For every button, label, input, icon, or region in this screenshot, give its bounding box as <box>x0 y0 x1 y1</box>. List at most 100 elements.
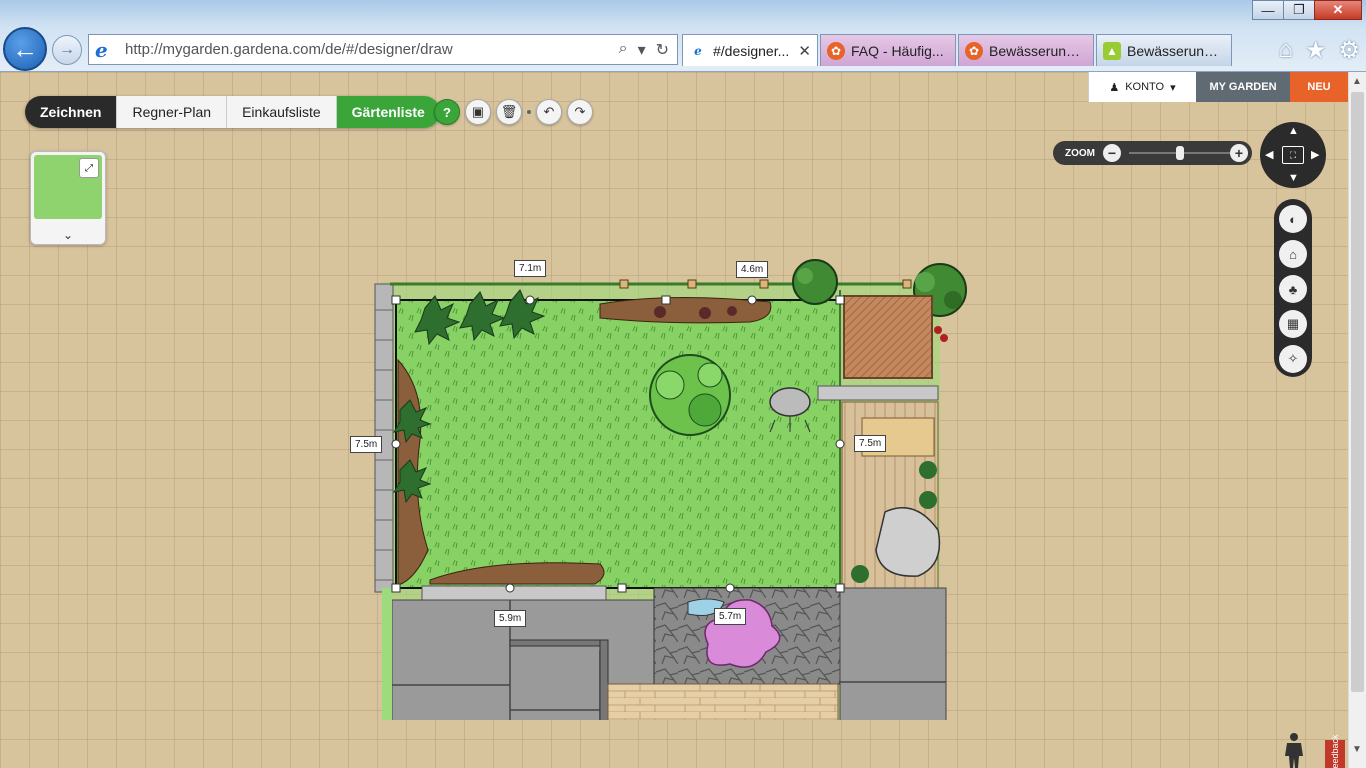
dimension-label-right[interactable]: 7.5m <box>854 435 887 452</box>
grid-tool-button[interactable]: ▦ <box>1279 310 1307 338</box>
house-icon: ⌂ <box>1289 246 1297 262</box>
browser-tab-faq[interactable]: ✿ FAQ - Häufig... <box>820 34 956 66</box>
tab-regner-plan[interactable]: Regner-Plan <box>117 96 228 128</box>
select-area-icon[interactable]: ⤢ <box>79 158 99 178</box>
terrain-icon: ◐ <box>1289 211 1297 227</box>
back-button[interactable]: ← <box>3 27 47 71</box>
feedback-tab[interactable]: Feedback <box>1325 734 1345 768</box>
zoom-out-button[interactable]: − <box>1103 144 1121 162</box>
person-scale-icon[interactable] <box>1281 732 1307 768</box>
user-icon: ♟ <box>1109 81 1120 94</box>
terrain-tool-button[interactable]: ◐ <box>1279 205 1307 233</box>
undo-icon: ↶ <box>543 104 555 119</box>
chevron-down-icon[interactable]: ⌄ <box>31 228 105 242</box>
browser-chrome: — ❐ ✕ ← → e http://mygarden.gardena.com/… <box>0 0 1366 72</box>
help-button[interactable]: ? <box>434 99 460 125</box>
save-icon: ▣ <box>471 104 485 119</box>
pan-up-icon[interactable]: ▲ <box>1288 125 1299 137</box>
tab-gaertenliste[interactable]: Gärtenliste <box>336 96 440 128</box>
central-shrub <box>649 354 731 436</box>
vegetable-bed <box>843 295 933 379</box>
paving-right <box>839 587 947 768</box>
ie-logo-icon: e <box>95 37 108 62</box>
scroll-up-icon[interactable]: ▲ <box>1352 76 1362 87</box>
lawn-edge-left <box>382 588 392 768</box>
window-controls: — ❐ ✕ <box>1252 0 1362 20</box>
object-tools: ◐ ⌂ ♣ ▦ ✧ <box>1274 199 1312 377</box>
new-button[interactable]: NEU <box>1290 72 1348 102</box>
redo-icon: ↷ <box>574 104 586 119</box>
address-bar[interactable]: e http://mygarden.gardena.com/de/#/desig… <box>88 34 678 65</box>
plant-tool-button[interactable]: ♣ <box>1279 275 1307 303</box>
star-icon[interactable]: ★ <box>1305 36 1327 65</box>
redo-button[interactable]: ↷ <box>567 99 593 125</box>
pan-left-icon[interactable]: ◀ <box>1265 148 1273 161</box>
garden-plan[interactable]: 7.1m 4.6m 7.5m 7.5m 5.9m 5.7m <box>350 180 980 768</box>
konto-menu[interactable]: ♟ KONTO ▾ <box>1088 72 1196 102</box>
browser-tab-designer[interactable]: e #/designer... ✕ <box>682 34 818 66</box>
gardena-favicon-icon: ✿ <box>965 41 983 60</box>
close-window-button[interactable]: ✕ <box>1314 0 1362 20</box>
separator-dot <box>527 110 531 114</box>
tab-zeichnen[interactable]: Zeichnen <box>25 96 118 128</box>
tab-einkaufsliste[interactable]: Einkaufsliste <box>227 96 337 128</box>
tree-top-middle <box>792 259 838 305</box>
dimension-label-top-right[interactable]: 4.6m <box>736 261 769 278</box>
gear-icon[interactable]: ⚙ <box>1338 36 1360 65</box>
url-text[interactable]: http://mygarden.gardena.com/de/#/designe… <box>125 41 619 58</box>
pan-control: ▲ ▼ ◀ ▶ ⛶ <box>1260 122 1326 188</box>
garden-plan-svg[interactable] <box>370 180 980 768</box>
stone-border-right <box>817 385 939 401</box>
dimension-label-bottom-left[interactable]: 5.9m <box>494 610 527 627</box>
scroll-down-icon[interactable]: ▼ <box>1352 744 1362 755</box>
my-garden-button[interactable]: MY GARDEN <box>1196 72 1290 102</box>
trash-icon: 🗑 <box>500 104 518 119</box>
home-icon[interactable]: ⌂ <box>1278 36 1293 65</box>
chevron-down-icon[interactable]: ▾ <box>638 40 646 60</box>
zoom-in-button[interactable]: + <box>1230 144 1248 162</box>
sprinkler-icon: ✧ <box>1287 351 1299 366</box>
irrigation-tool-button[interactable]: ✧ <box>1279 345 1307 373</box>
arrow-left-icon: ← <box>12 33 38 64</box>
step-edge <box>509 639 601 647</box>
page-scrollbar[interactable]: ▲ ▼ <box>1348 72 1366 768</box>
main-lawn <box>395 299 841 589</box>
refresh-icon[interactable]: ↻ <box>656 40 669 60</box>
minimap[interactable]: ⤢ ⌄ <box>30 151 106 245</box>
wooden-deck <box>607 683 839 768</box>
chevron-down-icon: ▾ <box>1170 81 1176 94</box>
zoom-label: ZOOM <box>1065 147 1095 159</box>
minimize-button[interactable]: — <box>1252 0 1284 20</box>
step-edge-vertical <box>599 639 609 768</box>
save-button[interactable]: ▣ <box>465 99 491 125</box>
action-tools: ? ▣ 🗑 ↶ ↷ <box>434 99 593 125</box>
forward-button[interactable]: → <box>52 35 82 65</box>
pan-down-icon[interactable]: ▼ <box>1288 172 1299 184</box>
mode-toolbar: Zeichnen Regner-Plan Einkaufsliste Gärte… <box>25 96 440 128</box>
search-icon[interactable]: ⌕ <box>619 40 628 60</box>
browser-tab-bewaesserung[interactable]: ▲ Bewässerung ... <box>1096 34 1232 66</box>
close-tab-icon[interactable]: ✕ <box>798 42 811 60</box>
dimension-label-left[interactable]: 7.5m <box>350 436 383 453</box>
browser-tab-bewaesserungs[interactable]: ✿ Bewässerungs... <box>958 34 1094 66</box>
page-favicon-icon: ▲ <box>1103 41 1121 60</box>
scrollbar-thumb[interactable] <box>1351 92 1364 692</box>
grid-icon: ▦ <box>1286 316 1300 331</box>
account-bar: ♟ KONTO ▾ MY GARDEN NEU <box>1088 72 1348 102</box>
arrow-right-icon: → <box>59 41 75 58</box>
pan-right-icon[interactable]: ▶ <box>1311 148 1319 161</box>
dimension-label-top-left[interactable]: 7.1m <box>514 260 547 277</box>
undo-button[interactable]: ↶ <box>536 99 562 125</box>
designer-canvas[interactable]: ♟ KONTO ▾ MY GARDEN NEU Zeichnen Regner-… <box>0 72 1348 768</box>
restore-button[interactable]: ❐ <box>1283 0 1315 20</box>
ie-logo-icon: e <box>694 43 702 58</box>
tree-icon: ♣ <box>1288 281 1298 297</box>
fit-view-icon[interactable]: ⛶ <box>1282 146 1304 164</box>
zoom-slider-handle[interactable] <box>1176 146 1184 160</box>
planting-bed-top <box>599 296 772 324</box>
dimension-label-bottom-right[interactable]: 5.7m <box>714 608 747 625</box>
zoom-control: ZOOM − + <box>1053 141 1252 165</box>
delete-button[interactable]: 🗑 <box>496 99 522 125</box>
house-tool-button[interactable]: ⌂ <box>1279 240 1307 268</box>
gardena-favicon-icon: ✿ <box>827 41 845 60</box>
